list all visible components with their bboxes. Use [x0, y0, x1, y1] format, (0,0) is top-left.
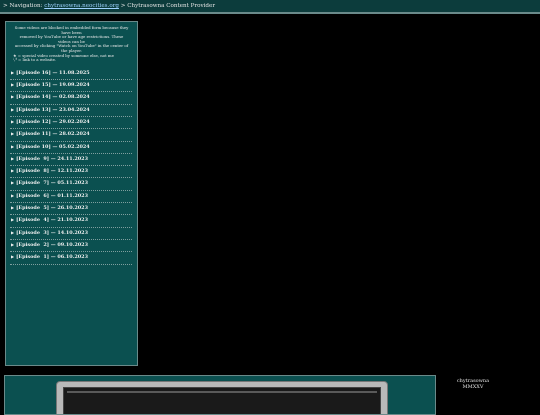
episode-label: [Episode 11] — 28.02.2024 — [16, 131, 90, 138]
video-panel — [4, 375, 436, 415]
nav-prefix: > Navigation: — [3, 3, 43, 9]
episode-label: [Episode 8] — 12.11.2023 — [16, 168, 88, 175]
expand-arrow-icon: ▶ — [11, 118, 15, 124]
expand-arrow-icon: ▶ — [11, 205, 15, 211]
episode-item[interactable]: ▶ [Episode 1] — 06.10.2023 — [10, 252, 132, 265]
blocked-video-notice: Some videos are blocked in embedded form… — [13, 25, 130, 63]
episode-item[interactable]: ▶ [Episode 16] — 11.08.2025 — [10, 68, 132, 81]
expand-arrow-icon: ▶ — [11, 192, 15, 198]
frame-stripe — [67, 391, 377, 393]
episode-label: [Episode 12] — 29.02.2024 — [16, 118, 90, 125]
episode-item[interactable]: ▶ [Episode 6] — 01.11.2023 — [10, 191, 132, 204]
expand-arrow-icon: ▶ — [11, 69, 15, 75]
episode-item[interactable]: ▶ [Episode 5] — 26.10.2023 — [10, 203, 132, 216]
episode-label: [Episode 1] — 06.10.2023 — [16, 254, 88, 261]
legend-website-link: 🖓 = link to a website. — [13, 57, 57, 63]
episode-label: [Episode 3] — 14.10.2023 — [16, 229, 88, 236]
expand-arrow-icon: ▶ — [11, 143, 15, 149]
episode-item[interactable]: ▶ [Episode 15] — 19.09.2024 — [10, 80, 132, 93]
expand-arrow-icon: ▶ — [11, 131, 15, 137]
navigation-bar: > Navigation: chytrasowna.neocities.org … — [0, 0, 540, 14]
episode-item[interactable]: ▶ [Episode 3] — 14.10.2023 — [10, 228, 132, 240]
expand-arrow-icon: ▶ — [11, 180, 15, 186]
expand-arrow-icon: ▶ — [11, 229, 15, 235]
nav-home-link[interactable]: chytrasowna.neocities.org — [44, 3, 119, 9]
expand-arrow-icon: ▶ — [11, 168, 15, 174]
episode-label: [Episode 6] — 01.11.2023 — [16, 192, 88, 199]
episode-label: [Episode 7] — 05.11.2023 — [16, 180, 88, 187]
site-brand: chytrasowna MMXXV — [436, 378, 510, 390]
episode-item[interactable]: ▶ [Episode 14] — 02.08.2024 — [10, 92, 132, 105]
episode-label: [Episode 2] — 09.10.2023 — [16, 241, 88, 248]
video-frame-image — [56, 381, 388, 414]
episode-item[interactable]: ▶ [Episode 10] — 05.02.2024 — [10, 142, 132, 154]
episode-label: [Episode 13] — 23.04.2024 — [16, 106, 90, 113]
episode-label: [Episode 4] — 21.10.2023 — [16, 217, 88, 224]
episode-item[interactable]: ▶ [Episode 13] — 23.04.2024 — [10, 105, 132, 117]
episode-label: [Episode 15] — 19.09.2024 — [16, 82, 90, 89]
expand-arrow-icon: ▶ — [11, 217, 15, 223]
episode-label: [Episode 16] — 11.08.2025 — [16, 69, 90, 76]
expand-arrow-icon: ▶ — [11, 241, 15, 247]
episode-label: [Episode 9] — 24.11.2023 — [16, 155, 88, 162]
expand-arrow-icon: ▶ — [11, 82, 15, 88]
episode-item[interactable]: ▶ [Episode 9] — 24.11.2023 — [10, 154, 132, 167]
expand-arrow-icon: ▶ — [11, 106, 15, 112]
episode-label: [Episode 10] — 05.02.2024 — [16, 143, 90, 150]
episode-item[interactable]: ▶ [Episode 7] — 05.11.2023 — [10, 178, 132, 191]
expand-arrow-icon: ▶ — [11, 254, 15, 260]
nav-current-page: Chytrasowna Content Provider — [127, 3, 216, 9]
episode-label: [Episode 5] — 26.10.2023 — [16, 205, 88, 212]
episode-item[interactable]: ▶ [Episode 8] — 12.11.2023 — [10, 166, 132, 179]
episode-item[interactable]: ▶ [Episode 2] — 09.10.2023 — [10, 240, 132, 253]
video-screen[interactable] — [63, 387, 381, 414]
episode-panel: Some videos are blocked in embedded form… — [5, 21, 138, 366]
expand-arrow-icon: ▶ — [11, 155, 15, 161]
expand-arrow-icon: ▶ — [11, 94, 15, 100]
episode-item[interactable]: ▶ [Episode 4] — 21.10.2023 — [10, 215, 132, 228]
episode-list: ▶ [Episode 16] — 11.08.2025 ▶ [Episode 15] … — [10, 68, 132, 265]
episode-item[interactable]: ▶ [Episode 12] — 29.02.2024 — [10, 117, 132, 130]
brand-year: MMXXV — [462, 384, 484, 390]
nav-separator: > — [120, 3, 126, 9]
episode-item[interactable]: ▶ [Episode 11] — 28.02.2024 — [10, 129, 132, 142]
episode-label: [Episode 14] — 02.08.2024 — [16, 94, 90, 101]
